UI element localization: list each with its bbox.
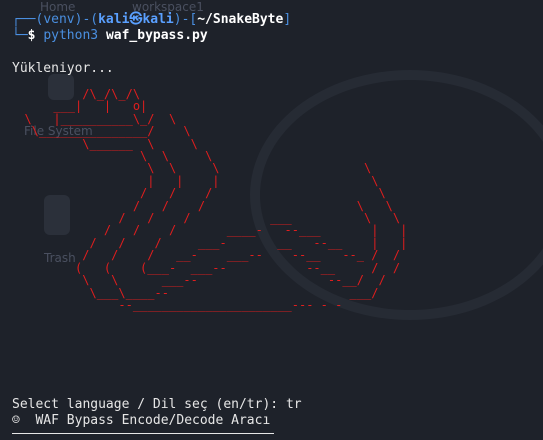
command-text: python3: [43, 28, 99, 43]
prompt-dollar: $: [27, 28, 36, 43]
prompt-line-1: ┌──(venv)-(kali㉿kali)-[~/SnakeByte]: [12, 12, 291, 28]
snake-ascii-art: /\_/\_/\ ___| | o| \ |__________\_/ \ \_…: [24, 87, 408, 312]
prompt-user: kali: [98, 12, 130, 27]
prompt-close: ]: [283, 12, 292, 27]
smiley-icon: ☺: [12, 413, 20, 428]
tool-title: WAF Bypass Encode/Decode Aracı: [35, 413, 271, 428]
terminal-window[interactable]: ┌──(venv)-(kali㉿kali)-[~/SnakeByte] └─$ …: [0, 0, 543, 440]
prompt-at-symbol: ㉿: [129, 12, 143, 27]
prompt-prefix: ┌──(: [12, 12, 44, 27]
loading-text: Yükleniyor...: [12, 61, 114, 76]
prompt-host: kali: [142, 12, 174, 27]
prompt-line-2: └─$ python3 waf_bypass.py: [12, 28, 208, 44]
prompt-second: └─: [12, 28, 28, 43]
language-input[interactable]: tr: [286, 397, 302, 412]
venv-label: venv: [43, 12, 75, 27]
tool-title-line: ☺ WAF Bypass Encode/Decode Aracı: [12, 413, 270, 429]
language-prompt: Select language / Dil seç (en/tr):: [12, 397, 286, 412]
title-underline: [12, 433, 274, 434]
prompt-separator-2: )-[: [173, 12, 198, 27]
prompt-separator: )-(: [74, 12, 99, 27]
language-prompt-line: Select language / Dil seç (en/tr): tr: [12, 397, 302, 413]
prompt-path: ~/SnakeByte: [197, 12, 284, 27]
command-argument: waf_bypass.py: [105, 28, 208, 43]
